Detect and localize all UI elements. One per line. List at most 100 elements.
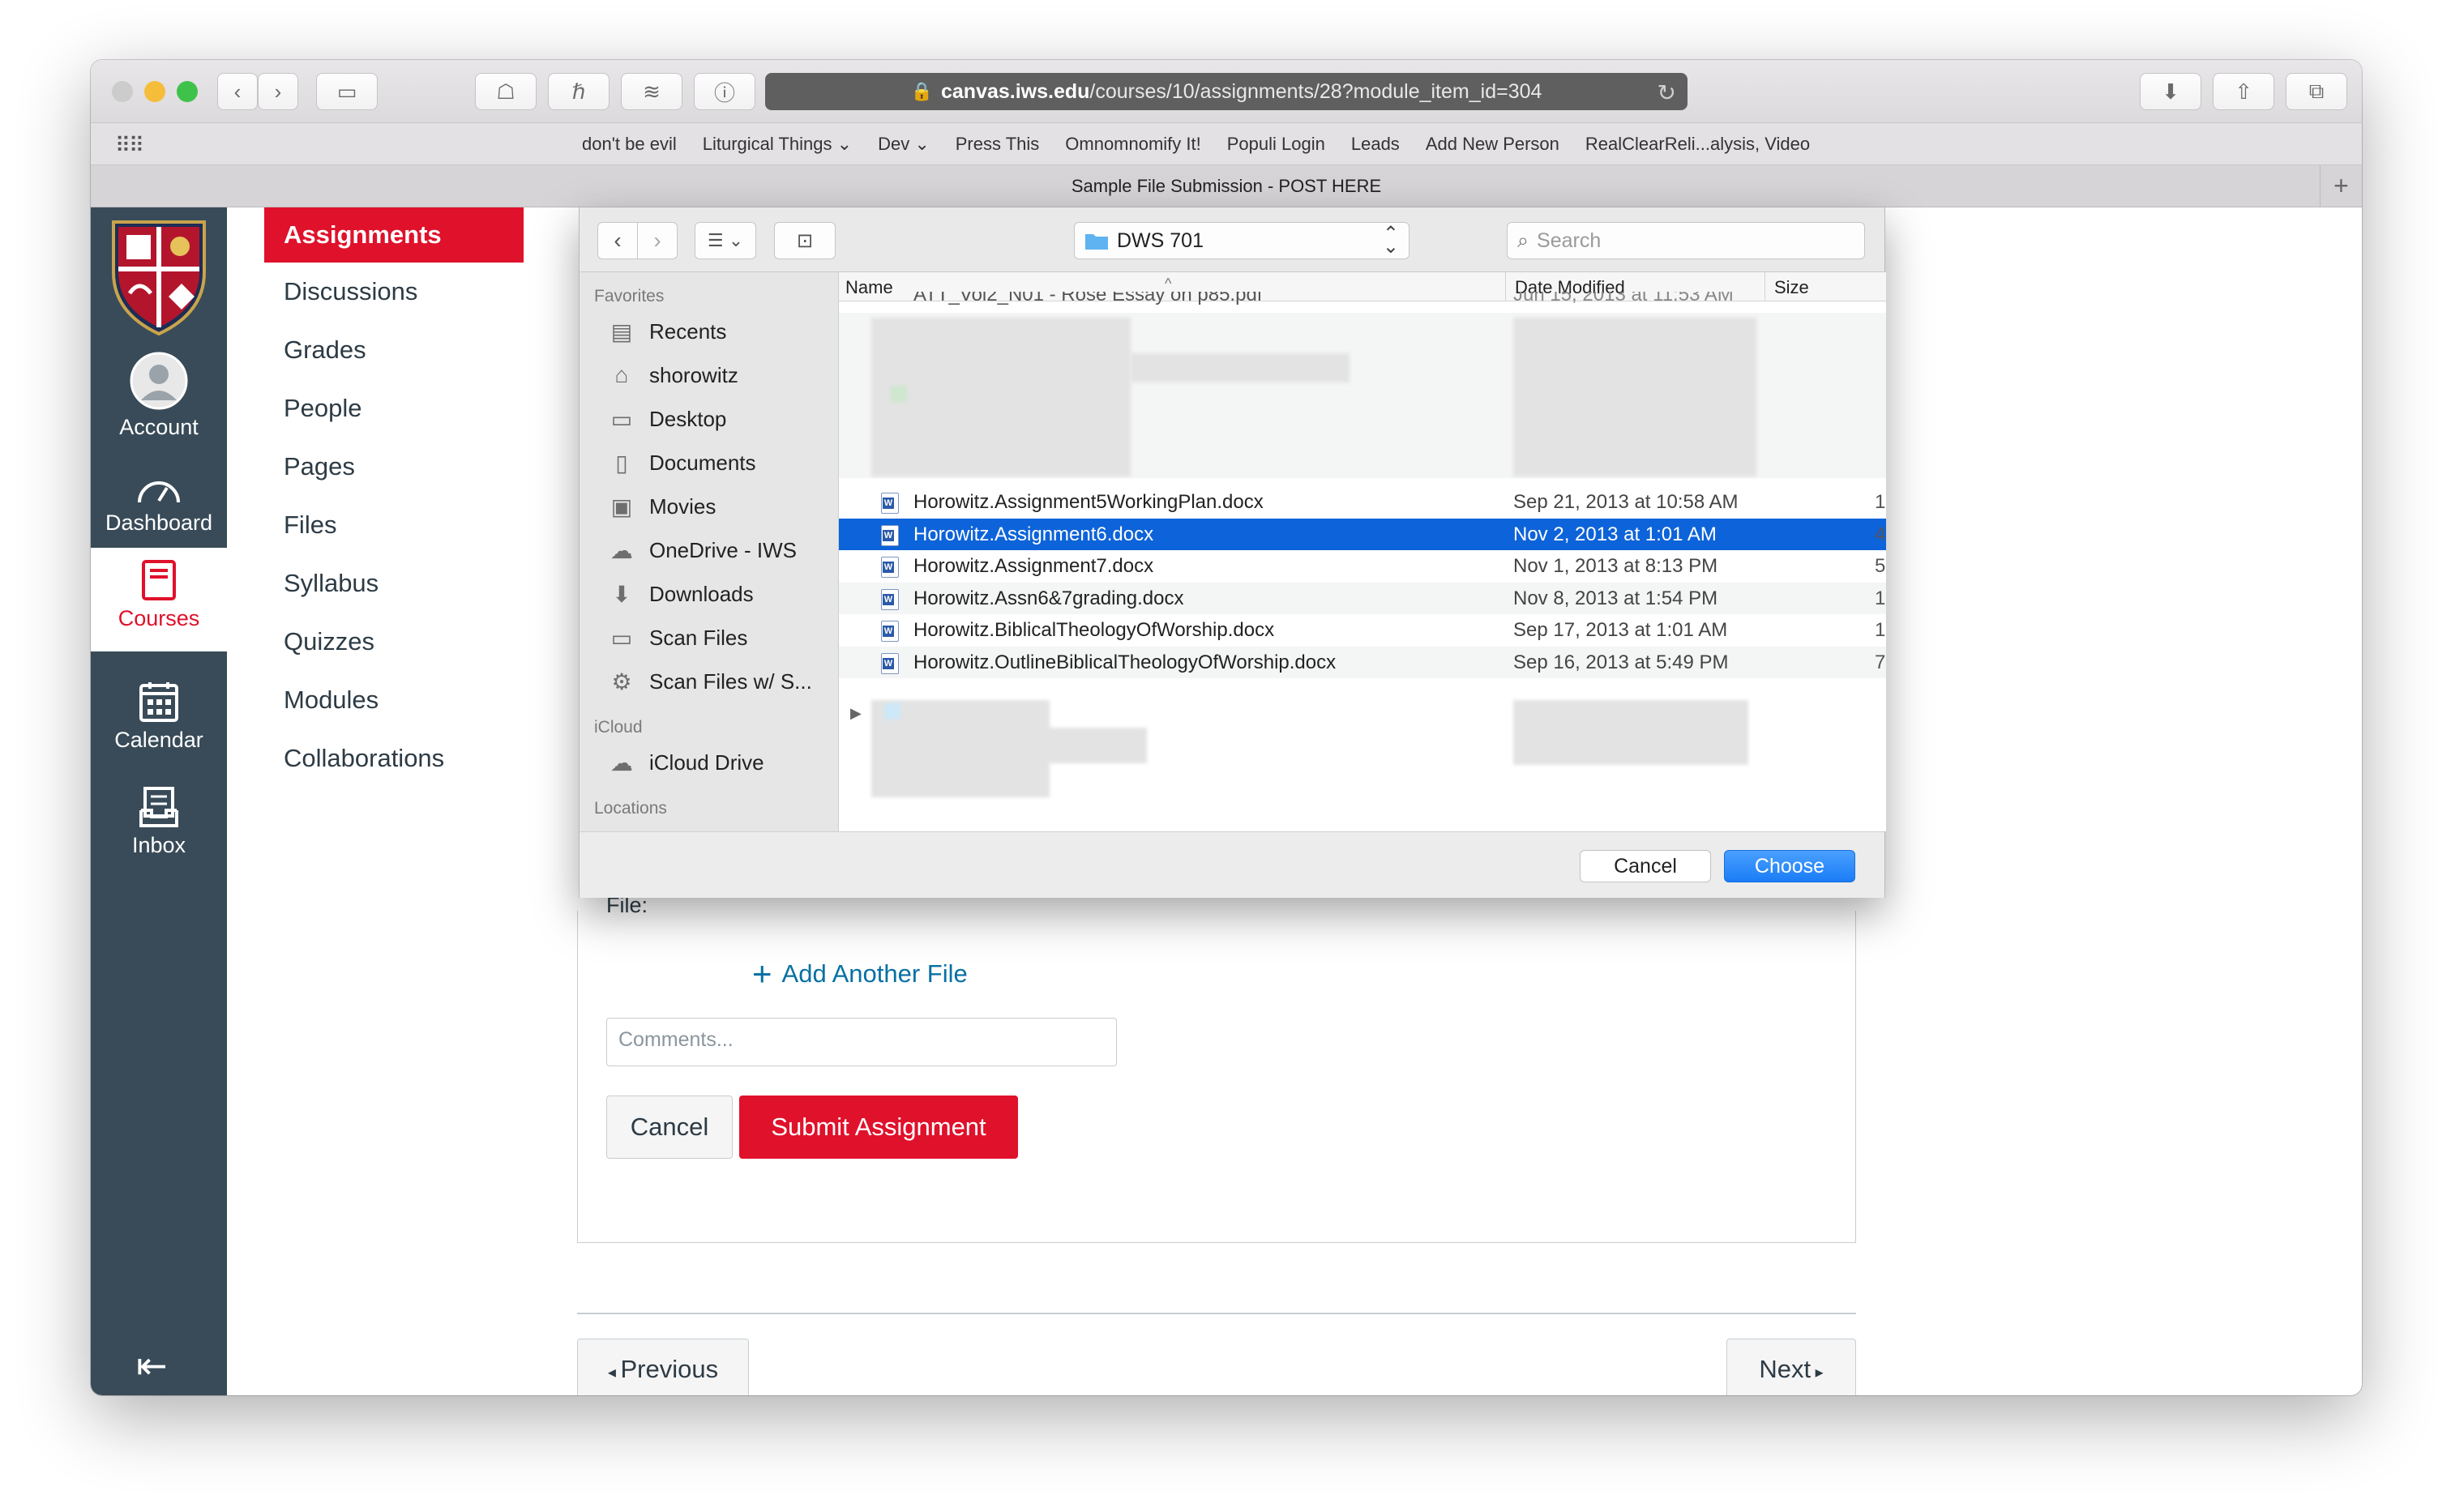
sidebar-item[interactable]: ☁ iCloud Drive: [580, 741, 838, 784]
nav-account[interactable]: Account: [91, 352, 227, 440]
sidebar-item[interactable]: ▭ Desktop: [580, 397, 838, 441]
sidebar-item-label: Documents: [649, 450, 756, 475]
dialog-footer: Cancel Choose: [580, 831, 1884, 898]
location-popup[interactable]: DWS 701 ⌃ ⌄: [1074, 222, 1409, 259]
file-size: 15: [1875, 619, 1886, 641]
extension-figure-icon[interactable]: ℏ: [548, 73, 610, 110]
extension-password-icon[interactable]: ⓘ: [694, 73, 755, 110]
home-icon: ⌂: [614, 362, 629, 387]
file-row[interactable]: Horowitz.Assn6&7grading.docx Nov 8, 2013 …: [839, 582, 1886, 614]
dialog-choose-button[interactable]: Choose: [1724, 850, 1855, 882]
collapse-nav-icon[interactable]: ⇤: [136, 1343, 168, 1387]
sidebar-item[interactable]: ☁ OneDrive - IWS: [580, 528, 838, 572]
course-nav-grades[interactable]: Grades: [264, 321, 524, 379]
forward-icon[interactable]: ›: [258, 73, 298, 110]
word-document-icon: [881, 493, 899, 514]
minimize-window-button[interactable]: [144, 81, 165, 102]
school-logo-icon[interactable]: [107, 216, 211, 337]
nav-courses[interactable]: Courses: [91, 548, 227, 651]
favorite-link[interactable]: Dev ⌄: [878, 134, 930, 155]
favorite-link[interactable]: don't be evil: [582, 134, 677, 155]
view-mode-icon[interactable]: ☰ ⌄: [695, 222, 756, 259]
file-row[interactable]: Horowitz.BiblicalTheologyOfWorship.docx S…: [839, 614, 1886, 646]
extension-layers-icon[interactable]: ≋: [621, 73, 682, 110]
new-tab-icon[interactable]: +: [2320, 165, 2362, 207]
close-window-button[interactable]: [112, 81, 133, 102]
favorites-list: don't be evil Liturgical Things ⌄ Dev ⌄ Pre…: [582, 134, 1810, 155]
comments-textarea[interactable]: Comments...: [606, 1018, 1117, 1066]
favorite-link[interactable]: Leads: [1351, 134, 1400, 155]
sidebar-toggle-icon[interactable]: ▭: [316, 73, 378, 110]
nav-inbox[interactable]: Inbox: [91, 786, 227, 858]
favorite-link[interactable]: Press This: [956, 134, 1040, 155]
file-date: Nov 1, 2013 at 8:13 PM: [1513, 555, 1718, 577]
course-nav: Assignments Discussions Grades People Pages F…: [264, 207, 524, 788]
back-icon[interactable]: ‹: [217, 73, 258, 110]
sidebar-section-heading: iCloud: [594, 718, 643, 737]
sidebar-item-label: Desktop: [649, 406, 727, 431]
address-bar[interactable]: 🔒 canvas.iws.edu /courses/10/assignments…: [765, 73, 1687, 110]
disclosure-triangle-icon[interactable]: ▶: [850, 705, 862, 722]
word-document-icon: [881, 524, 899, 546]
course-nav-quizzes[interactable]: Quizzes: [264, 613, 524, 671]
sidebar-item[interactable]: ⬇ Downloads: [580, 572, 838, 616]
top-sites-icon[interactable]: ⠿⠿: [115, 133, 144, 158]
location-label: DWS 701: [1117, 229, 1204, 252]
course-nav-assignments[interactable]: Assignments: [264, 207, 524, 263]
favorite-link[interactable]: Omnomnomify It!: [1065, 134, 1200, 155]
dialog-forward-icon[interactable]: ›: [637, 222, 678, 259]
sidebar-item-label: Recents: [649, 318, 727, 344]
course-nav-pages[interactable]: Pages: [264, 438, 524, 496]
word-document-icon: [881, 557, 899, 578]
add-another-file-link[interactable]: + Add Another File: [752, 955, 968, 993]
sidebar-item[interactable]: ⚙ Scan Files w/ S...: [580, 660, 838, 703]
course-nav-collaborations[interactable]: Collaborations: [264, 729, 524, 788]
partial-file-row[interactable]: ATT_Vol2_N01 - Rose Essay on p85.pdf Jun…: [839, 292, 1886, 313]
caret-left-icon: ◂: [607, 1364, 621, 1382]
favorite-link[interactable]: Populi Login: [1227, 134, 1325, 155]
reload-icon[interactable]: ↻: [1658, 79, 1676, 106]
nav-calendar[interactable]: Calendar: [91, 681, 227, 753]
browser-window: ‹ › ▭ ☖ ℏ ≋ ⓘ 🔒 canvas.iws.edu /courses/…: [91, 60, 2362, 1395]
previous-button[interactable]: ◂ Previous: [577, 1339, 749, 1395]
nav-dashboard[interactable]: Dashboard: [91, 470, 227, 536]
submit-assignment-button[interactable]: Submit Assignment: [739, 1096, 1018, 1159]
tab-title[interactable]: Sample File Submission - POST HERE: [1072, 176, 1381, 196]
sidebar-item-label: Movies: [649, 493, 716, 519]
sidebar-section-heading: Favorites: [594, 287, 665, 305]
sidebar-item[interactable]: ⌂ shorowitz: [580, 353, 838, 397]
dialog-back-icon[interactable]: ‹: [597, 222, 638, 259]
extension-ghost-icon[interactable]: ☖: [475, 73, 537, 110]
new-folder-icon[interactable]: ⊡: [774, 222, 836, 259]
favorite-link[interactable]: Liturgical Things ⌄: [703, 134, 852, 155]
course-nav-modules[interactable]: Modules: [264, 671, 524, 729]
cancel-button[interactable]: Cancel: [606, 1096, 733, 1159]
cloud-icon: ☁: [610, 537, 633, 563]
sidebar-item[interactable]: ▤ Recents: [580, 310, 838, 353]
sidebar-item-label: Scan Files: [649, 625, 748, 650]
file-size: 1: [1875, 587, 1886, 609]
sidebar-item[interactable]: ▯ Documents: [580, 441, 838, 485]
course-nav-discussions[interactable]: Discussions: [264, 263, 524, 321]
favorite-link[interactable]: RealClearReli...alysis, Video: [1585, 134, 1810, 155]
sidebar-item-label: Downloads: [649, 581, 754, 606]
course-nav-syllabus[interactable]: Syllabus: [264, 554, 524, 613]
file-row[interactable]: Horowitz.Assignment7.docx Nov 1, 2013 at …: [839, 550, 1886, 582]
sidebar-item[interactable]: ▣ Movies: [580, 485, 838, 528]
file-row[interactable]: Horowitz.Assignment6.docx Nov 2, 2013 at …: [839, 518, 1886, 550]
favorite-link[interactable]: Add New Person: [1426, 134, 1559, 155]
sidebar-item[interactable]: ▭ Scan Files: [580, 616, 838, 660]
dialog-search-input[interactable]: ⌕ Search: [1507, 222, 1865, 259]
downloads-icon[interactable]: ⬇: [2140, 73, 2201, 110]
file-size: 1: [1875, 491, 1886, 513]
zoom-window-button[interactable]: [177, 81, 198, 102]
file-row[interactable]: Horowitz.OutlineBiblicalTheologyOfWorshi…: [839, 646, 1886, 678]
file-row[interactable]: Horowitz.Assignment5WorkingPlan.docx Sep …: [839, 486, 1886, 518]
dialog-cancel-button[interactable]: Cancel: [1580, 850, 1711, 882]
course-nav-people[interactable]: People: [264, 379, 524, 438]
tabs-overview-icon[interactable]: ⧉: [2286, 73, 2347, 110]
course-nav-files[interactable]: Files: [264, 496, 524, 554]
next-button[interactable]: Next ▸: [1726, 1339, 1856, 1395]
file-chooser-dialog: ‹ › ☰ ⌄ ⊡ DWS 701 ⌃ ⌄ ⌕ Search Favorites ▤…: [579, 207, 1886, 898]
share-icon[interactable]: ⇧: [2213, 73, 2274, 110]
